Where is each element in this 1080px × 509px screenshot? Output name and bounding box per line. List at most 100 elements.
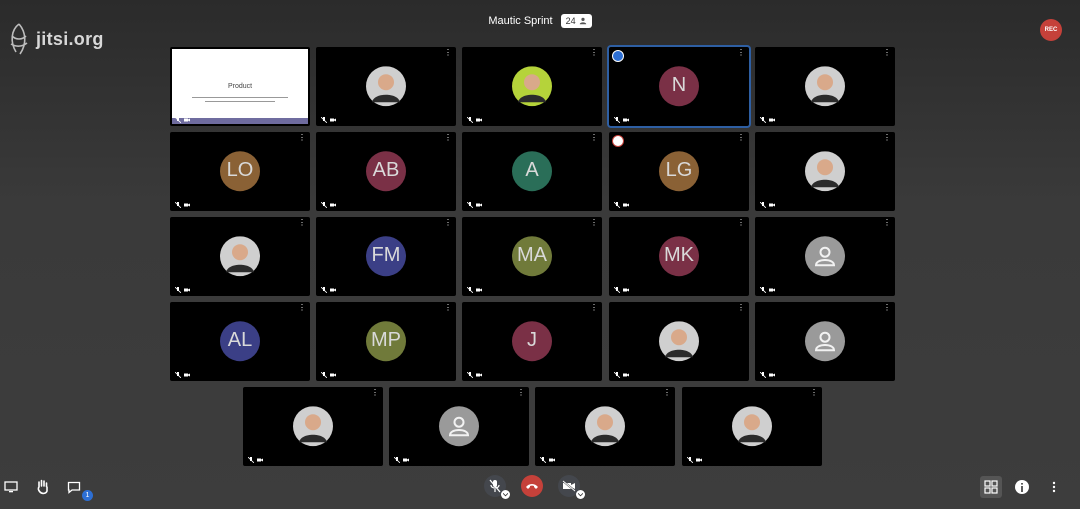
tile-menu-icon[interactable]: ⋮: [883, 219, 891, 227]
video-off-icon: [476, 203, 482, 207]
tile-menu-icon[interactable]: ⋮: [298, 219, 306, 227]
tile-menu-icon[interactable]: ⋮: [590, 219, 598, 227]
video-off-icon: [769, 288, 775, 292]
participant-avatar: AB: [366, 150, 406, 191]
video-off-icon: [769, 118, 775, 122]
video-off-icon: [330, 203, 336, 207]
tile-menu-icon[interactable]: ⋮: [590, 49, 598, 57]
tile-status-icons: [467, 117, 482, 123]
participant-tile[interactable]: ⋮: [609, 302, 749, 381]
participant-tile[interactable]: Product ⋮: [170, 47, 310, 126]
camera-options-chevron-icon[interactable]: [576, 490, 585, 499]
tile-status-icons: [614, 202, 629, 208]
tile-menu-icon[interactable]: ⋮: [883, 304, 891, 312]
participant-tile[interactable]: ⋮: [755, 217, 895, 296]
muted-mic-icon: [614, 117, 620, 123]
tile-menu-icon[interactable]: ⋮: [663, 389, 671, 397]
participant-tile[interactable]: ⋮: [462, 47, 602, 126]
tile-menu-icon[interactable]: ⋮: [517, 389, 525, 397]
microphone-options-chevron-icon[interactable]: [501, 490, 510, 499]
participant-tile[interactable]: MP ⋮: [316, 302, 456, 381]
tile-menu-icon[interactable]: ⋮: [590, 304, 598, 312]
muted-mic-icon: [467, 202, 473, 208]
chat-icon[interactable]: [66, 479, 82, 495]
participant-tile[interactable]: ⋮: [316, 47, 456, 126]
slide-footer-bar: [172, 118, 308, 124]
tile-status-icons: [540, 457, 555, 463]
tile-status-icons: [760, 202, 775, 208]
muted-mic-icon: [760, 202, 766, 208]
video-off-icon: [184, 118, 190, 122]
tile-status-icons: [760, 117, 775, 123]
tile-menu-icon[interactable]: ⋮: [737, 49, 745, 57]
muted-mic-icon: [467, 287, 473, 293]
participant-tile[interactable]: ⋮: [755, 132, 895, 211]
participant-photo: [732, 405, 772, 446]
tile-status-icons: [248, 457, 263, 463]
hangup-button[interactable]: [521, 475, 543, 497]
participant-tile[interactable]: ⋮: [682, 387, 822, 466]
more-options-icon[interactable]: [1048, 479, 1060, 495]
tile-menu-icon[interactable]: ⋮: [444, 49, 452, 57]
tile-status-icons: [760, 372, 775, 378]
participant-tile[interactable]: AL ⋮: [170, 302, 310, 381]
participant-tile[interactable]: ⋮: [755, 47, 895, 126]
participant-tile[interactable]: J ⋮: [462, 302, 602, 381]
tile-menu-icon[interactable]: ⋮: [883, 49, 891, 57]
muted-mic-icon: [687, 457, 693, 463]
participant-tile[interactable]: ⋮: [535, 387, 675, 466]
toolbar: 1: [0, 469, 1080, 509]
video-off-icon: [330, 288, 336, 292]
muted-mic-icon: [760, 372, 766, 378]
video-off-icon: [696, 458, 702, 462]
participant-tile[interactable]: ⋮: [170, 217, 310, 296]
tile-menu-icon[interactable]: ⋮: [371, 389, 379, 397]
tile-menu-icon[interactable]: ⋮: [298, 134, 306, 142]
muted-mic-icon: [175, 117, 181, 123]
microphone-muted-icon: [489, 479, 501, 493]
tile-menu-icon[interactable]: ⋮: [298, 304, 306, 312]
tile-menu-icon[interactable]: ⋮: [590, 134, 598, 142]
default-avatar-icon: [805, 320, 845, 361]
participant-tile[interactable]: LO ⋮: [170, 132, 310, 211]
participant-photo: [293, 405, 333, 446]
tile-menu-icon[interactable]: ⋮: [298, 49, 306, 57]
screen-share-icon[interactable]: [3, 479, 19, 495]
tile-menu-icon[interactable]: ⋮: [444, 134, 452, 142]
participant-tile[interactable]: FM ⋮: [316, 217, 456, 296]
tile-view-button[interactable]: [980, 476, 1002, 498]
participant-photo: [805, 65, 845, 106]
tile-status-icons: [175, 117, 190, 123]
tile-status-icons: [614, 117, 629, 123]
tile-menu-icon[interactable]: ⋮: [810, 389, 818, 397]
tile-status-icons: [467, 287, 482, 293]
muted-mic-icon: [760, 287, 766, 293]
dominant-speaker-icon: [612, 50, 624, 62]
participant-photo: [512, 65, 552, 106]
participant-tile[interactable]: N ⋮: [609, 47, 749, 126]
tile-menu-icon[interactable]: ⋮: [444, 219, 452, 227]
info-icon[interactable]: [1015, 480, 1029, 494]
tile-menu-icon[interactable]: ⋮: [883, 134, 891, 142]
video-off-icon: [769, 203, 775, 207]
participant-tile[interactable]: LG ⋮: [609, 132, 749, 211]
video-off-icon: [623, 373, 629, 377]
default-avatar-icon: [439, 405, 479, 446]
participant-photo: [585, 405, 625, 446]
participant-tile[interactable]: MK ⋮: [609, 217, 749, 296]
tile-menu-icon[interactable]: ⋮: [737, 219, 745, 227]
participant-avatar: LG: [659, 150, 699, 191]
tile-menu-icon[interactable]: ⋮: [737, 134, 745, 142]
raise-hand-icon[interactable]: [34, 478, 52, 496]
participant-tile[interactable]: ⋮: [389, 387, 529, 466]
chat-unread-badge: 1: [82, 490, 93, 501]
video-off-icon: [769, 373, 775, 377]
tile-menu-icon[interactable]: ⋮: [737, 304, 745, 312]
participant-tile[interactable]: ⋮: [755, 302, 895, 381]
tile-menu-icon[interactable]: ⋮: [444, 304, 452, 312]
participant-tile[interactable]: MA ⋮: [462, 217, 602, 296]
participant-tile[interactable]: A ⋮: [462, 132, 602, 211]
shared-slide: Product: [172, 49, 308, 120]
participant-tile[interactable]: AB ⋮: [316, 132, 456, 211]
participant-tile[interactable]: ⋮: [243, 387, 383, 466]
